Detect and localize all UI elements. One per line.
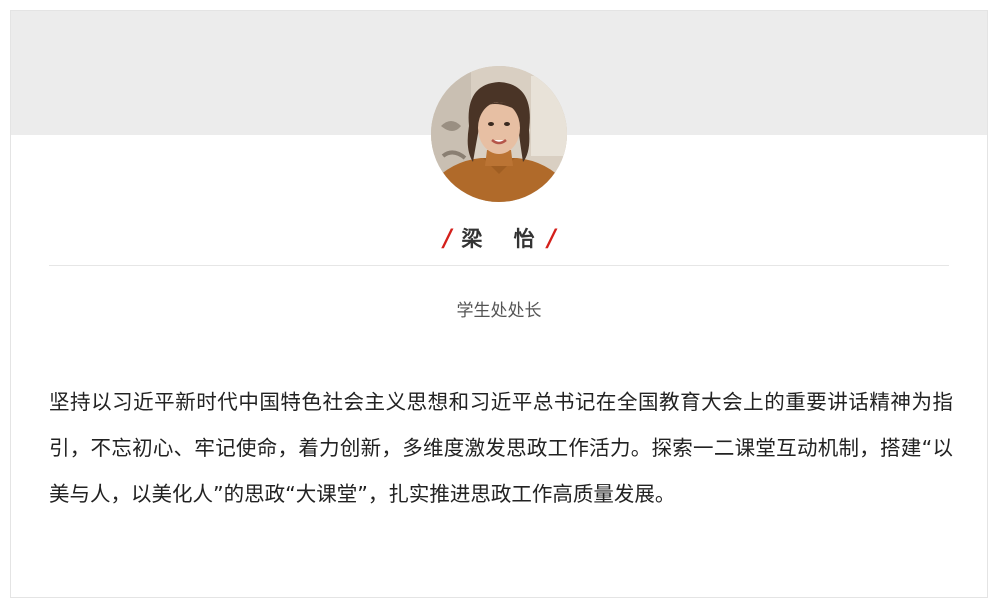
profile-card: / 梁 怡/ 学生处处长 坚持以习近平新时代中国特色社会主义思想和习近平总书记在全… xyxy=(10,10,988,598)
avatar xyxy=(431,66,567,202)
statement-text: 坚持以习近平新时代中国特色社会主义思想和习近平总书记在全国教育大会上的重要讲话精… xyxy=(49,390,953,506)
person-title: 学生处处长 xyxy=(456,301,542,321)
accent-slash-left: / xyxy=(440,224,454,252)
avatar-portrait xyxy=(431,66,567,202)
person-name: 梁 怡 xyxy=(461,227,547,251)
divider xyxy=(49,265,949,266)
person-name-row: / 梁 怡/ xyxy=(11,223,987,253)
